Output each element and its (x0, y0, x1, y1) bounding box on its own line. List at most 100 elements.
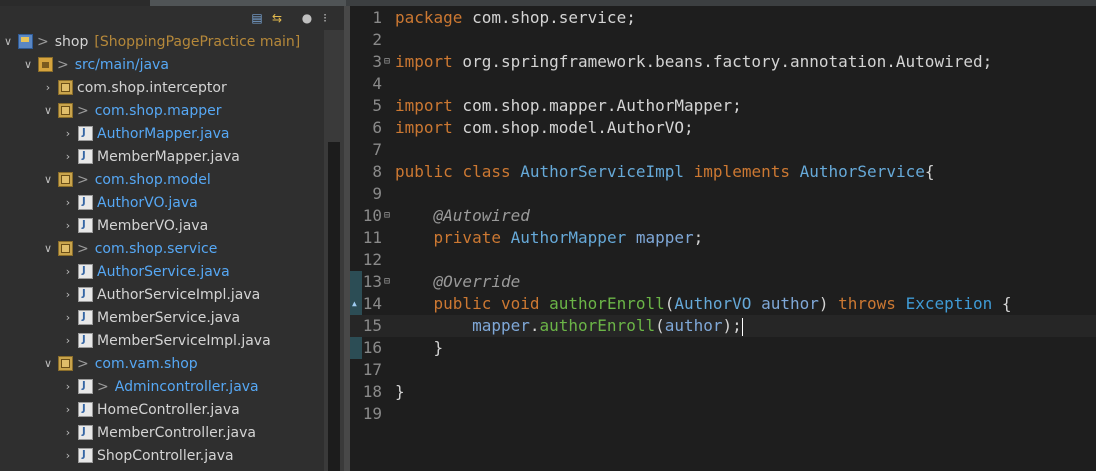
override-marker-icon[interactable]: ▲ (352, 293, 357, 315)
code-token: void (500, 294, 540, 313)
code-text[interactable]: } (395, 337, 444, 359)
code-line[interactable]: 16 } (350, 337, 1096, 359)
code-token: authorEnroll (549, 294, 665, 313)
code-line[interactable]: 11 private AuthorMapper mapper; (350, 227, 1096, 249)
code-text[interactable]: @Override (395, 271, 521, 293)
code-line[interactable]: 13 ⊟ @Override (350, 271, 1096, 293)
tree-item[interactable]: › com.shop.interceptor (0, 76, 366, 99)
chevron-right-icon[interactable]: › (62, 196, 74, 209)
code-line[interactable]: 10 ⊟ @Autowired (350, 205, 1096, 227)
code-token: class (462, 162, 511, 181)
code-line[interactable]: 19 (350, 403, 1096, 425)
chevron-right-icon[interactable]: › (42, 81, 54, 94)
project-icon (18, 34, 33, 49)
java-file-icon (78, 264, 93, 279)
code-line[interactable]: 4 (350, 73, 1096, 95)
chevron-right-icon[interactable]: › (62, 380, 74, 393)
code-token: implements (693, 162, 790, 181)
code-line[interactable]: 14 ▲ public void authorEnroll(AuthorVO au… (350, 293, 1096, 315)
line-number: 7 (372, 140, 382, 159)
tree-item-label: com.vam.shop (94, 355, 198, 372)
scrollbar-thumb[interactable] (328, 142, 340, 471)
code-line[interactable]: 6 import com.shop.model.AuthorVO; (350, 117, 1096, 139)
fold-toggle-icon[interactable]: ⊟ (384, 271, 390, 293)
code-line[interactable]: 8 public class AuthorServiceImpl implemen… (350, 161, 1096, 183)
code-text[interactable]: import com.shop.model.AuthorVO; (395, 117, 694, 139)
line-number: 17 (362, 360, 382, 379)
code-line[interactable]: 12 (350, 249, 1096, 271)
code-token: ( (664, 294, 675, 313)
code-line[interactable]: 5 import com.shop.mapper.AuthorMapper; (350, 95, 1096, 117)
code-text[interactable]: public class AuthorServiceImpl implement… (395, 161, 935, 183)
code-line[interactable]: 17 (350, 359, 1096, 381)
fold-toggle-icon[interactable]: ⊟ (384, 205, 390, 227)
chevron-down-icon[interactable]: ∨ (42, 242, 54, 255)
java-file-icon (78, 448, 93, 463)
code-token: ; (693, 228, 704, 247)
tree-item-label: src/main/java (74, 56, 169, 73)
code-text[interactable]: mapper.authorEnroll(author); (395, 315, 743, 337)
code-line[interactable]: 1 package com.shop.service; (350, 7, 1096, 29)
code-text[interactable]: import com.shop.mapper.AuthorMapper; (395, 95, 742, 117)
code-token: ) (818, 294, 839, 313)
code-line[interactable]: 18} (350, 381, 1096, 403)
tree-item[interactable]: ∨ > com.shop.service (0, 237, 366, 260)
chevron-down-icon[interactable]: ∨ (42, 173, 54, 186)
code-token: mapper (635, 228, 694, 247)
chevron-right-icon[interactable]: › (62, 219, 74, 232)
code-token: author (664, 316, 723, 335)
src-folder-icon (38, 57, 53, 72)
code-text[interactable]: package com.shop.service; (395, 7, 636, 29)
tree-item[interactable]: ∨ > com.shop.mapper (0, 99, 366, 122)
focus-icon[interactable]: ⁝ (318, 11, 332, 25)
chevron-right-icon[interactable]: › (62, 150, 74, 163)
explorer-toolbar: ▤ ⇆ ● ⁝ (0, 6, 344, 30)
tree-item[interactable]: ∨ > com.shop.model (0, 168, 366, 191)
code-text[interactable]: public void authorEnroll(AuthorVO author… (395, 293, 1012, 315)
chevron-right-icon[interactable]: › (62, 288, 74, 301)
tree-item-label: AuthorVO.java (97, 194, 198, 211)
code-token: org.springframework.beans.factory.annota… (452, 52, 993, 71)
tree-item-label: ShopController.java (97, 447, 234, 464)
chevron-right-icon[interactable]: › (62, 449, 74, 462)
code-editor[interactable]: 1 package com.shop.service; 2 3 ⊟ import org.… (350, 6, 1096, 471)
link-with-editor-icon[interactable]: ⇆ (270, 11, 284, 25)
code-text[interactable]: import org.springframework.beans.factory… (395, 51, 992, 73)
code-token: AuthorVO (674, 294, 752, 313)
chevron-right-icon[interactable]: › (62, 265, 74, 278)
code-text[interactable]: } (395, 381, 405, 403)
chevron-down-icon[interactable]: ∨ (2, 35, 14, 48)
code-line[interactable]: 3 ⊟ import org.springframework.beans.facto… (350, 51, 1096, 73)
tree-item[interactable]: ∨ > src/main/java (0, 53, 346, 76)
line-number: 8 (372, 162, 382, 181)
code-text[interactable]: @Autowired (395, 205, 530, 227)
code-line[interactable]: 9 (350, 183, 1096, 205)
chevron-down-icon[interactable]: ∨ (22, 58, 34, 71)
code-text[interactable]: private AuthorMapper mapper; (395, 227, 704, 249)
chevron-right-icon[interactable]: › (62, 311, 74, 324)
fold-toggle-icon[interactable]: ⊟ (384, 51, 390, 73)
code-line[interactable]: 15 mapper.authorEnroll(author); (350, 315, 1096, 337)
chevron-down-icon[interactable]: ∨ (42, 104, 54, 117)
line-number: 1 (372, 8, 382, 27)
view-menu-icon[interactable]: ● (300, 11, 314, 25)
code-token: Exception (905, 294, 993, 313)
tree-item[interactable]: ∨ > shop [ShoppingPagePractice main] (0, 30, 326, 53)
code-token: mapper (472, 316, 530, 335)
code-line[interactable]: 7 (350, 139, 1096, 161)
chevron-right-icon[interactable]: › (62, 426, 74, 439)
explorer-scrollbar[interactable] (324, 30, 344, 471)
package-icon (58, 172, 73, 187)
chevron-down-icon[interactable]: ∨ (42, 357, 54, 370)
chevron-right-icon[interactable]: › (62, 334, 74, 347)
collapse-all-icon[interactable]: ▤ (250, 11, 264, 25)
code-line[interactable]: 2 (350, 29, 1096, 51)
chevron-right-icon[interactable]: › (62, 127, 74, 140)
code-token: ); (722, 316, 742, 335)
chevron-right-icon[interactable]: › (62, 403, 74, 416)
tree-item[interactable]: ∨ > com.vam.shop (0, 352, 366, 375)
